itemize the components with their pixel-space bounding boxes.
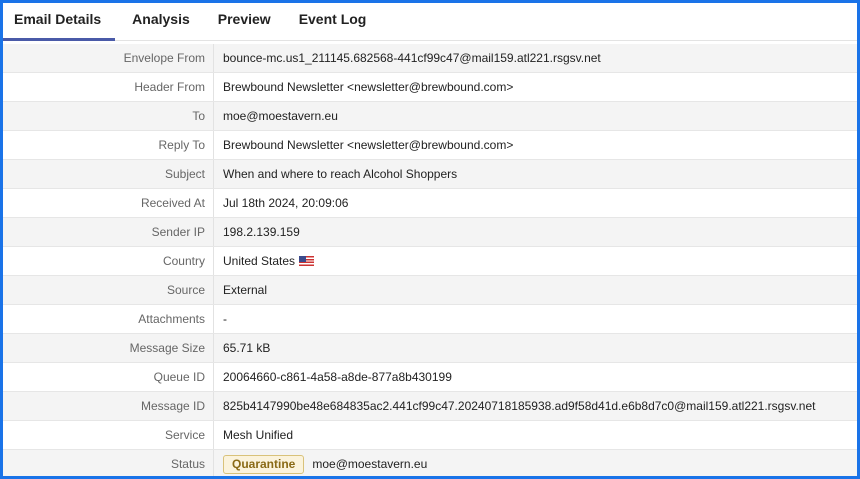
detail-value-text: Brewbound Newsletter <newsletter@brewbou… bbox=[223, 138, 514, 152]
detail-value: United States bbox=[214, 247, 315, 275]
detail-label: Sender IP bbox=[3, 218, 214, 246]
detail-row-country: Country United States bbox=[3, 247, 857, 276]
tab-preview[interactable]: Preview bbox=[207, 3, 282, 41]
detail-label: To bbox=[3, 102, 214, 130]
detail-label: Service bbox=[3, 421, 214, 449]
tab-analysis[interactable]: Analysis bbox=[121, 3, 201, 41]
detail-row-subject: Subject When and where to reach Alcohol S… bbox=[3, 160, 857, 189]
detail-row-status: Status Quarantine moe@moestavern.eu bbox=[3, 450, 857, 476]
email-details-panel: Email Details Analysis Preview Event Log… bbox=[3, 3, 857, 476]
detail-value-text: 20064660-c861-4a58-a8de-877a8b430199 bbox=[223, 370, 452, 384]
detail-value-text: 825b4147990be48e684835ac2.441cf99c47.202… bbox=[223, 399, 816, 413]
detail-label: Attachments bbox=[3, 305, 214, 333]
tab-event-log[interactable]: Event Log bbox=[288, 3, 378, 41]
detail-row-attachments: Attachments - bbox=[3, 305, 857, 334]
detail-row-service: Service Mesh Unified bbox=[3, 421, 857, 450]
detail-label: Country bbox=[3, 247, 214, 275]
detail-value: Brewbound Newsletter <newsletter@brewbou… bbox=[214, 73, 513, 101]
detail-label: Message Size bbox=[3, 334, 214, 362]
detail-value-text: Brewbound Newsletter <newsletter@brewbou… bbox=[223, 80, 514, 94]
detail-value-text: moe@moestavern.eu bbox=[312, 457, 428, 471]
detail-value: bounce-mc.us1_211145.682568-441cf99c47@m… bbox=[214, 44, 601, 72]
detail-label: Status bbox=[3, 450, 214, 476]
detail-row-reply-to: Reply To Brewbound Newsletter <newsletter… bbox=[3, 131, 857, 160]
detail-value: Brewbound Newsletter <newsletter@brewbou… bbox=[214, 131, 513, 159]
detail-value: When and where to reach Alcohol Shoppers bbox=[214, 160, 457, 188]
detail-value: 825b4147990be48e684835ac2.441cf99c47.202… bbox=[214, 392, 815, 420]
detail-value-text: 198.2.139.159 bbox=[223, 225, 300, 239]
detail-value: Quarantine moe@moestavern.eu bbox=[214, 450, 427, 476]
detail-row-message-id: Message ID 825b4147990be48e684835ac2.441c… bbox=[3, 392, 857, 421]
detail-label: Received At bbox=[3, 189, 214, 217]
detail-row-to: To moe@moestavern.eu bbox=[3, 102, 857, 131]
detail-value: moe@moestavern.eu bbox=[214, 102, 338, 130]
detail-label: Source bbox=[3, 276, 214, 304]
detail-value: Jul 18th 2024, 20:09:06 bbox=[214, 189, 348, 217]
detail-value-text: bounce-mc.us1_211145.682568-441cf99c47@m… bbox=[223, 51, 601, 65]
detail-label: Header From bbox=[3, 73, 214, 101]
detail-value-text: United States bbox=[223, 254, 296, 268]
detail-value-text: External bbox=[223, 283, 268, 297]
detail-row-sender-ip: Sender IP 198.2.139.159 bbox=[3, 218, 857, 247]
detail-value: Mesh Unified bbox=[214, 421, 293, 449]
detail-value-text: Mesh Unified bbox=[223, 428, 294, 442]
detail-value: 65.71 kB bbox=[214, 334, 270, 362]
detail-value-text: 65.71 kB bbox=[223, 341, 271, 355]
detail-value: 20064660-c861-4a58-a8de-877a8b430199 bbox=[214, 363, 452, 391]
detail-value-text: - bbox=[223, 312, 227, 326]
detail-value-text: When and where to reach Alcohol Shoppers bbox=[223, 167, 458, 181]
us-flag-icon bbox=[299, 256, 315, 266]
tab-email-details[interactable]: Email Details bbox=[3, 3, 116, 41]
detail-row-header-from: Header From Brewbound Newsletter <newslet… bbox=[3, 73, 857, 102]
detail-row-received-at: Received At Jul 18th 2024, 20:09:06 bbox=[3, 189, 857, 218]
detail-label: Queue ID bbox=[3, 363, 214, 391]
detail-value-text: Jul 18th 2024, 20:09:06 bbox=[223, 196, 349, 210]
tab-bar: Email Details Analysis Preview Event Log bbox=[3, 3, 857, 41]
detail-value: External bbox=[214, 276, 267, 304]
detail-label: Envelope From bbox=[3, 44, 214, 72]
detail-label: Subject bbox=[3, 160, 214, 188]
detail-row-queue-id: Queue ID 20064660-c861-4a58-a8de-877a8b43… bbox=[3, 363, 857, 392]
detail-label: Message ID bbox=[3, 392, 214, 420]
details-table: Envelope From bounce-mc.us1_211145.682568… bbox=[3, 44, 857, 476]
detail-row-message-size: Message Size 65.71 kB bbox=[3, 334, 857, 363]
status-badge: Quarantine bbox=[223, 454, 305, 474]
detail-value: 198.2.139.159 bbox=[214, 218, 300, 246]
detail-value: - bbox=[214, 305, 227, 333]
detail-label: Reply To bbox=[3, 131, 214, 159]
detail-row-envelope-from: Envelope From bounce-mc.us1_211145.682568… bbox=[3, 44, 857, 73]
detail-value-text: moe@moestavern.eu bbox=[223, 109, 338, 123]
detail-row-source: Source External bbox=[3, 276, 857, 305]
